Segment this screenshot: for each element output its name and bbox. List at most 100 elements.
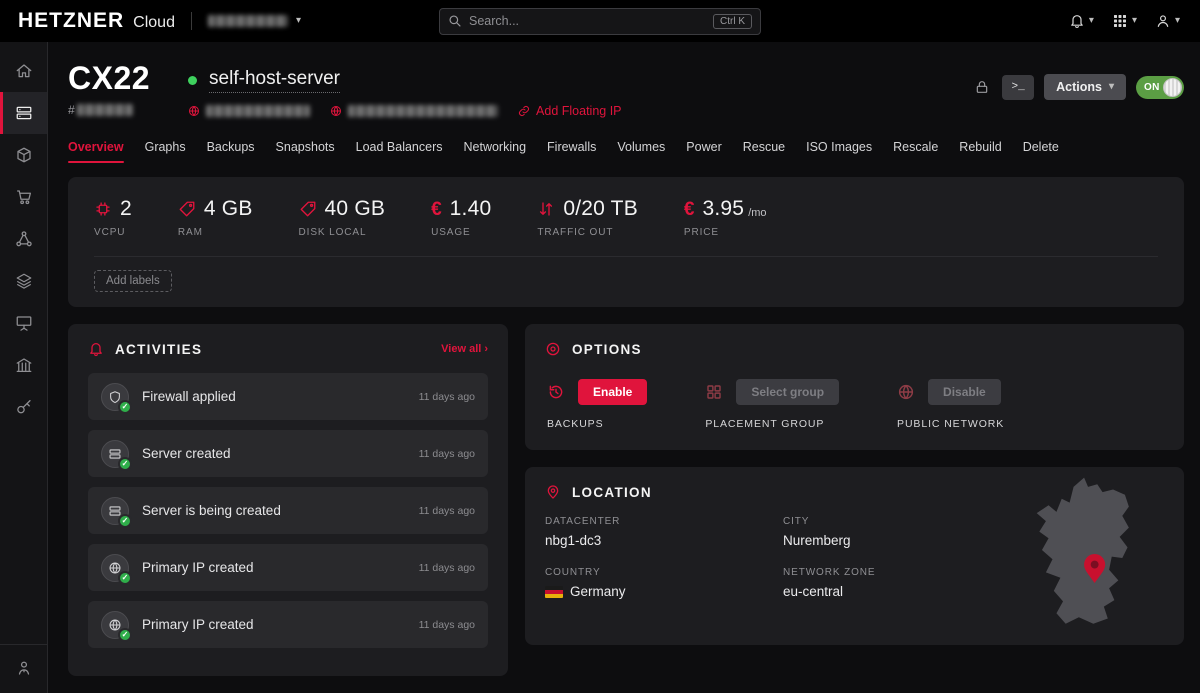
globe-icon: [188, 105, 200, 117]
select-placement-group-button[interactable]: Select group: [736, 379, 839, 405]
sidebar-item-security[interactable]: [0, 386, 47, 428]
activity-time: 11 days ago: [419, 391, 475, 403]
tab-graphs[interactable]: Graphs: [145, 140, 186, 163]
disable-public-network-button[interactable]: Disable: [928, 379, 1001, 405]
tab-volumes[interactable]: Volumes: [617, 140, 665, 163]
chevron-down-icon: ▾: [1109, 82, 1114, 92]
tab-backups[interactable]: Backups: [207, 140, 255, 163]
search-bar[interactable]: Ctrl K: [439, 8, 761, 35]
activity-time: 11 days ago: [419, 562, 475, 574]
history-icon: [547, 383, 565, 401]
ipv6-address[interactable]: [330, 105, 498, 117]
power-toggle[interactable]: ON: [1136, 76, 1184, 99]
tab-load-balancers[interactable]: Load Balancers: [356, 140, 443, 163]
tab-iso-images[interactable]: ISO Images: [806, 140, 872, 163]
location-datacenter: DATACENTER nbg1-dc3: [545, 516, 783, 548]
sidebar-item-home[interactable]: [0, 50, 47, 92]
stat-price: € 3.95 /mo PRICE: [684, 197, 767, 238]
protection-lock-icon[interactable]: [972, 77, 992, 97]
sidebar-item-networks[interactable]: [0, 260, 47, 302]
activity-row[interactable]: ✓ Server is being created 11 days ago: [88, 487, 488, 534]
project-selector[interactable]: ▾: [208, 15, 301, 27]
activity-time: 11 days ago: [419, 505, 475, 517]
activity-time: 11 days ago: [419, 619, 475, 631]
tab-delete[interactable]: Delete: [1023, 140, 1059, 163]
stat-label: VCPU: [94, 227, 132, 238]
sidebar-item-storage-boxes[interactable]: [0, 344, 47, 386]
server-id: #: [68, 103, 150, 117]
field-value: eu-central: [783, 584, 1015, 599]
activity-text: Firewall applied: [142, 389, 236, 404]
building-icon: [15, 356, 33, 374]
activity-row[interactable]: ✓ Firewall applied 11 days ago: [88, 373, 488, 420]
sidebar: [0, 42, 48, 693]
ipv4-redacted: [206, 105, 310, 117]
labels-bar: Add labels: [94, 256, 1158, 307]
support-person-icon: [15, 659, 33, 677]
tab-rescale[interactable]: Rescale: [893, 140, 938, 163]
tab-rescue[interactable]: Rescue: [743, 140, 785, 163]
server-name[interactable]: self-host-server: [209, 68, 340, 93]
location-network-zone: NETWORK ZONE eu-central: [783, 567, 1015, 599]
options-target-icon: [545, 341, 561, 357]
ipv6-redacted: [348, 105, 498, 117]
success-check-badge: ✓: [118, 571, 132, 585]
apps-grid-icon: [1112, 13, 1128, 29]
stat-usage: € 1.40 USAGE: [431, 197, 491, 238]
presentation-icon: [15, 314, 33, 332]
stat-vcpu: 2 VCPU: [94, 197, 132, 238]
sidebar-item-support[interactable]: [0, 647, 47, 689]
chevron-down-icon: ▾: [296, 16, 301, 26]
tab-firewalls[interactable]: Firewalls: [547, 140, 596, 163]
option-label: BACKUPS: [547, 418, 647, 430]
sidebar-item-servers[interactable]: [0, 92, 47, 134]
add-labels-button[interactable]: Add labels: [94, 270, 172, 292]
chevron-right-icon: ›: [484, 343, 488, 355]
user-icon: [1155, 13, 1171, 29]
tab-rebuild[interactable]: Rebuild: [959, 140, 1001, 163]
actions-button[interactable]: Actions ▾: [1044, 74, 1126, 100]
euro-icon: €: [684, 200, 695, 219]
main-content: CX22 # self-host-server: [48, 42, 1200, 693]
tab-overview[interactable]: Overview: [68, 140, 124, 163]
apps-menu[interactable]: ▾: [1110, 10, 1139, 32]
project-name-redacted: [208, 15, 288, 27]
activity-time: 11 days ago: [419, 448, 475, 460]
server-stats-card: 2 VCPU 4 GB RAM 40 GB DISK LO: [68, 177, 1184, 307]
stat-value: 1.40: [450, 197, 492, 221]
sidebar-item-load-balancers[interactable]: [0, 176, 47, 218]
topbar-actions: ▾ ▾ ▾: [1067, 10, 1182, 32]
field-label: CITY: [783, 516, 1015, 527]
map-pin-icon: [545, 484, 561, 500]
search-input[interactable]: [469, 14, 706, 28]
notifications-menu[interactable]: ▾: [1067, 10, 1096, 32]
tab-snapshots[interactable]: Snapshots: [276, 140, 335, 163]
hetzner-logo[interactable]: HETZNER Cloud: [18, 9, 175, 33]
sidebar-item-floating-ips[interactable]: [0, 218, 47, 260]
globe-icon: [897, 383, 915, 401]
stat-label: USAGE: [431, 227, 491, 238]
search-icon: [448, 14, 462, 28]
tab-networking[interactable]: Networking: [464, 140, 527, 163]
actions-label: Actions: [1056, 80, 1102, 94]
stat-label: RAM: [178, 227, 253, 238]
user-menu[interactable]: ▾: [1153, 10, 1182, 32]
server-status-dot: [188, 76, 197, 85]
sidebar-item-firewalls[interactable]: [0, 302, 47, 344]
sidebar-item-volumes[interactable]: [0, 134, 47, 176]
stat-ram: 4 GB RAM: [178, 197, 253, 238]
field-value: Nuremberg: [783, 533, 1015, 548]
ipv4-address[interactable]: [188, 105, 310, 117]
location-country: COUNTRY Germany: [545, 567, 783, 599]
add-floating-ip-link[interactable]: Add Floating IP: [518, 104, 621, 118]
view-all-link[interactable]: View all ›: [441, 343, 488, 355]
activity-row[interactable]: ✓ Primary IP created 11 days ago: [88, 601, 488, 648]
activity-row[interactable]: ✓ Primary IP created 11 days ago: [88, 544, 488, 591]
enable-backups-button[interactable]: Enable: [578, 379, 647, 405]
activity-row[interactable]: ✓ Server created 11 days ago: [88, 430, 488, 477]
success-check-badge: ✓: [118, 457, 132, 471]
activity-text: Primary IP created: [142, 617, 254, 632]
tab-power[interactable]: Power: [686, 140, 721, 163]
ip-globe-icon: ✓: [101, 554, 129, 582]
console-button[interactable]: >_: [1002, 75, 1034, 100]
